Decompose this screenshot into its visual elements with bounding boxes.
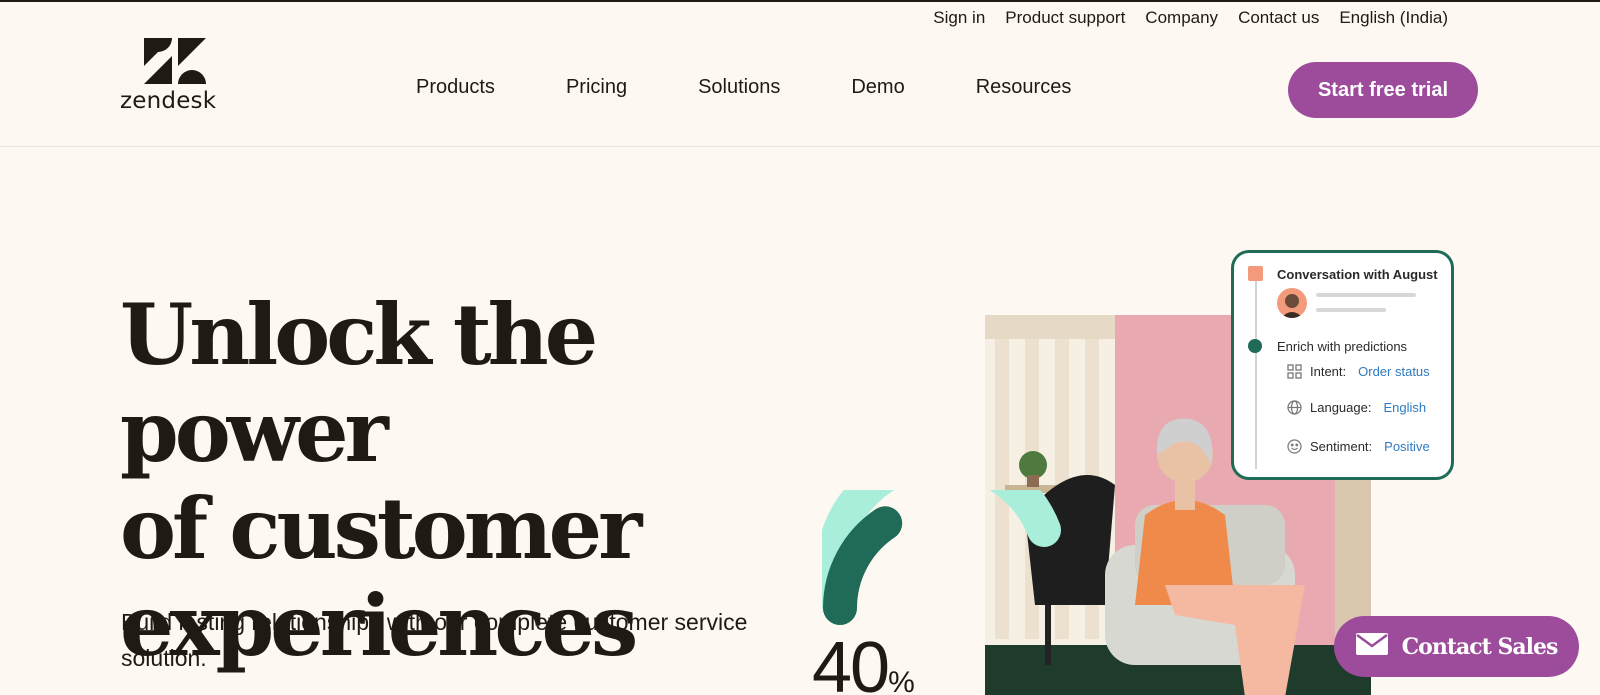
logo-wordmark: zendesk xyxy=(120,88,217,114)
site-header: Sign in Product support Company Contact … xyxy=(0,2,1600,147)
conversation-card: Conversation with August Enrich with pre… xyxy=(1231,250,1454,480)
contact-us-link[interactable]: Contact us xyxy=(1238,8,1319,28)
sign-in-link[interactable]: Sign in xyxy=(933,8,985,28)
intent-label: Intent: xyxy=(1310,363,1347,379)
nav-pricing[interactable]: Pricing xyxy=(566,76,627,99)
avatar xyxy=(1277,288,1307,318)
nav-demo[interactable]: Demo xyxy=(851,76,904,99)
contact-sales-button[interactable]: Contact Sales xyxy=(1334,616,1579,677)
grid-icon xyxy=(1286,363,1302,379)
intent-value: Order status xyxy=(1358,363,1430,379)
stat-value: 40% xyxy=(812,632,915,695)
satisfaction-gauge xyxy=(822,490,1061,625)
sentiment-label: Sentiment: xyxy=(1310,438,1373,454)
language-row: Language: English xyxy=(1286,399,1426,415)
product-support-link[interactable]: Product support xyxy=(1005,8,1125,28)
hero-title-line: Unlock the power xyxy=(120,285,598,481)
placeholder-line xyxy=(1316,293,1416,297)
zendesk-logo[interactable]: zendesk xyxy=(120,38,230,118)
nav-resources[interactable]: Resources xyxy=(976,76,1072,99)
hero-subtitle: Build lasting relationships with our com… xyxy=(121,609,748,671)
language-label: Language: xyxy=(1310,399,1372,415)
enrich-marker-icon xyxy=(1248,339,1262,353)
main-nav: Products Pricing Solutions Demo Resource… xyxy=(416,76,1071,99)
sentiment-row: Sentiment: Positive xyxy=(1286,438,1430,454)
conversation-title: Conversation with August xyxy=(1277,267,1438,282)
language-value: English xyxy=(1383,399,1427,415)
intent-row: Intent: Order status xyxy=(1286,363,1430,379)
nav-solutions[interactable]: Solutions xyxy=(698,76,780,99)
stat-number: 40 xyxy=(812,628,890,695)
zendesk-z-logo-icon xyxy=(144,38,206,84)
hero-title-line: of customer xyxy=(120,479,642,578)
smiley-icon xyxy=(1286,438,1302,454)
enrich-label: Enrich with predictions xyxy=(1277,339,1408,354)
placeholder-line xyxy=(1316,308,1386,312)
contact-sales-label: Contact Sales xyxy=(1401,633,1559,660)
conversation-marker-icon xyxy=(1248,266,1263,281)
utility-nav: Sign in Product support Company Contact … xyxy=(933,8,1448,28)
start-free-trial-button[interactable]: Start free trial xyxy=(1288,62,1478,118)
globe-icon xyxy=(1286,399,1302,415)
timeline-rail xyxy=(1255,267,1257,469)
sentiment-value: Positive xyxy=(1384,438,1430,454)
mail-icon xyxy=(1355,632,1388,661)
nav-products[interactable]: Products xyxy=(416,76,495,99)
stat-unit: % xyxy=(888,666,915,695)
language-selector[interactable]: English (India) xyxy=(1339,8,1448,28)
company-link[interactable]: Company xyxy=(1145,8,1218,28)
